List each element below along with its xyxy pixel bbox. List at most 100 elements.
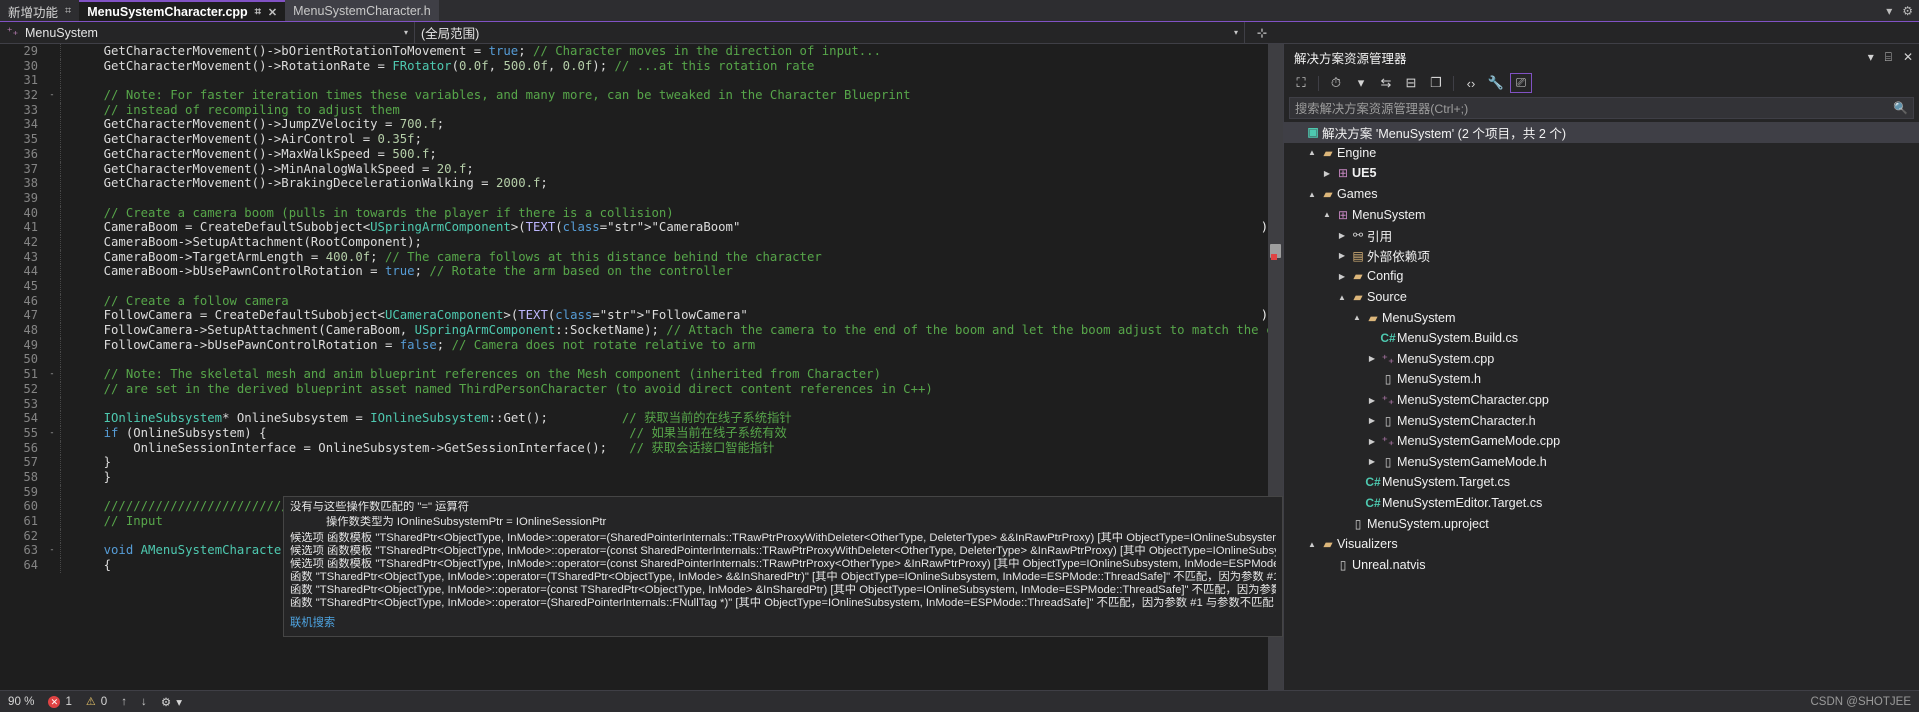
close-icon[interactable]: ✕	[1903, 50, 1913, 64]
code-line[interactable]: 49 FollowCamera->bUsePawnControlRotation…	[0, 337, 1283, 353]
tree-node[interactable]: ▲ ▰ Visualizers	[1284, 534, 1919, 555]
fold-toggle-icon[interactable]: -	[44, 88, 60, 103]
tab-menusystemcharacter-cpp[interactable]: MenuSystemCharacter.cpp ⌗ ✕	[79, 0, 286, 22]
tree-node[interactable]: ▲ ▰ Engine	[1284, 143, 1919, 164]
collapse-all-icon[interactable]: ⊟	[1400, 73, 1422, 93]
zoom-level[interactable]: 90 %	[8, 695, 34, 708]
fold-toggle-icon[interactable]: -	[44, 426, 60, 441]
code-line[interactable]: 52 // are set in the derived blueprint a…	[0, 381, 1283, 397]
home-view-icon[interactable]: ⛶	[1290, 73, 1312, 93]
search-icon[interactable]: 🔍	[1893, 101, 1908, 115]
tree-node[interactable]: C# MenuSystem.Target.cs	[1284, 472, 1919, 493]
expander-icon[interactable]: ▶	[1320, 169, 1334, 178]
error-count-group[interactable]: ✕ 1	[48, 695, 72, 708]
warning-count-group[interactable]: ⚠ 0	[86, 695, 107, 708]
expander-icon[interactable]: ▶	[1335, 231, 1349, 240]
code-line[interactable]: 30 GetCharacterMovement()->RotationRate …	[0, 58, 1283, 74]
previous-error-button[interactable]: ↑	[121, 695, 127, 708]
tree-node[interactable]: ▯ Unreal.natvis	[1284, 554, 1919, 575]
gear-icon[interactable]: ⚙	[1902, 4, 1913, 18]
code-line[interactable]: 51- // Note: The skeletal mesh and anim …	[0, 367, 1283, 382]
code-line[interactable]: 44 CameraBoom->bUsePawnControlRotation =…	[0, 264, 1283, 279]
preview-selected-items-icon[interactable]: ⎚	[1510, 73, 1532, 93]
search-online-link[interactable]: 联机搜索	[290, 617, 335, 630]
tree-node[interactable]: ▣ 解决方案 'MenuSystem' (2 个项目，共 2 个)	[1284, 122, 1919, 143]
pin-icon[interactable]: ⌗	[65, 5, 71, 18]
tree-node[interactable]: ▶ ▯ MenuSystemGameMode.h	[1284, 452, 1919, 473]
expander-icon[interactable]: ▲	[1320, 210, 1334, 219]
code-editor[interactable]: 29 GetCharacterMovement()->bOrientRotati…	[0, 44, 1283, 690]
expander-icon[interactable]: ▲	[1305, 540, 1319, 549]
tree-node[interactable]: C# MenuSystemEditor.Target.cs	[1284, 493, 1919, 514]
tab-new-features[interactable]: 新增功能 ⌗	[0, 0, 80, 22]
tree-node[interactable]: ▶ ▰ Config	[1284, 266, 1919, 287]
code-line[interactable]: 43 CameraBoom->TargetArmLength = 400.0f;…	[0, 249, 1283, 265]
pin-icon[interactable]: ⌗	[255, 6, 261, 19]
expander-icon[interactable]: ▶	[1335, 251, 1349, 260]
next-error-button[interactable]: ↓	[141, 695, 147, 708]
code-line[interactable]: 56 OnlineSessionInterface = OnlineSubsys…	[0, 440, 1283, 456]
code-line[interactable]: 55- if (OnlineSubsystem) { // 如果当前在线子系统有…	[0, 425, 1283, 441]
expander-icon[interactable]: ▲	[1350, 313, 1364, 322]
tree-node[interactable]: ▶ ⁺₊ MenuSystem.cpp	[1284, 349, 1919, 370]
solution-search-box[interactable]: 搜索解决方案资源管理器(Ctrl+;) 🔍	[1289, 97, 1914, 119]
error-marker[interactable]	[1271, 254, 1277, 260]
expander-icon[interactable]: ▶	[1365, 437, 1379, 446]
code-line[interactable]: 40 // Create a camera boom (pulls in tow…	[0, 205, 1283, 221]
tree-node[interactable]: ▶ ▤ 外部依赖项	[1284, 246, 1919, 267]
expander-icon[interactable]: ▲	[1305, 190, 1319, 199]
member-dropdown[interactable]: (全局范围) ▾	[415, 22, 1245, 43]
fold-toggle-icon[interactable]: -	[44, 367, 60, 382]
code-line[interactable]: 48 FollowCamera->SetupAttachment(CameraB…	[0, 323, 1283, 338]
expander-icon[interactable]: ▶	[1365, 457, 1379, 466]
tree-node[interactable]: ▶ ▯ MenuSystemCharacter.h	[1284, 410, 1919, 431]
code-line[interactable]: 29 GetCharacterMovement()->bOrientRotati…	[0, 44, 1283, 59]
pending-changes-filter-icon[interactable]: ⏱	[1325, 73, 1347, 93]
code-line[interactable]: 38 GetCharacterMovement()->BrakingDecele…	[0, 176, 1283, 191]
expander-icon[interactable]: ▲	[1335, 293, 1349, 302]
tree-node[interactable]: C# MenuSystem.Build.cs	[1284, 328, 1919, 349]
pin-icon[interactable]: ⌸	[1885, 50, 1892, 65]
code-line[interactable]: 57 }	[0, 455, 1283, 470]
code-line[interactable]: 37 GetCharacterMovement()->MinAnalogWalk…	[0, 161, 1283, 177]
tree-node[interactable]: ▶ ⚯ 引用	[1284, 225, 1919, 246]
code-line[interactable]: 50	[0, 352, 1283, 368]
tree-node[interactable]: ▶ ⊞ UE5	[1284, 163, 1919, 184]
tree-node[interactable]: ▶ ⁺₊ MenuSystemGameMode.cpp	[1284, 431, 1919, 452]
tree-node[interactable]: ▲ ⊞ MenuSystem	[1284, 204, 1919, 225]
code-line[interactable]: 34 GetCharacterMovement()->JumpZVelocity…	[0, 117, 1283, 133]
tree-node[interactable]: ▯ MenuSystem.uproject	[1284, 513, 1919, 534]
code-line[interactable]: 45	[0, 279, 1283, 294]
code-line[interactable]: 42 CameraBoom->SetupAttachment(RootCompo…	[0, 234, 1283, 250]
chevron-down-icon[interactable]: ▾	[1234, 28, 1238, 37]
tree-node[interactable]: ▲ ▰ Games	[1284, 184, 1919, 205]
close-icon[interactable]: ✕	[268, 6, 277, 19]
sync-with-active-document-icon[interactable]: ⇆	[1375, 73, 1397, 93]
scope-dropdown[interactable]: ⁺₊ MenuSystem ▾	[0, 22, 415, 43]
fold-toggle-icon[interactable]: -	[44, 543, 60, 558]
expander-icon[interactable]: ▶	[1365, 396, 1379, 405]
code-line[interactable]: 53	[0, 396, 1283, 412]
code-line[interactable]: 41 CameraBoom = CreateDefaultSubobject<U…	[0, 220, 1283, 235]
code-line[interactable]: 31	[0, 73, 1283, 89]
chevron-down-icon[interactable]: ▾	[1868, 50, 1874, 64]
tree-node[interactable]: ▯ MenuSystem.h	[1284, 369, 1919, 390]
code-line[interactable]: 58 }	[0, 469, 1283, 485]
tree-node[interactable]: ▲ ▰ MenuSystem	[1284, 307, 1919, 328]
properties-icon[interactable]: 🔧	[1485, 73, 1507, 93]
error-filter-button[interactable]: ⚙ ▾	[161, 695, 182, 709]
code-line[interactable]: 54 IOnlineSubsystem* OnlineSubsystem = I…	[0, 411, 1283, 426]
code-line[interactable]: 46 // Create a follow camera	[0, 293, 1283, 309]
code-line[interactable]: 35 GetCharacterMovement()->AirControl = …	[0, 132, 1283, 147]
show-all-files-icon[interactable]: ‹›	[1460, 73, 1482, 93]
expander-icon[interactable]: ▶	[1365, 354, 1379, 363]
code-line[interactable]: 36 GetCharacterMovement()->MaxWalkSpeed …	[0, 146, 1283, 162]
code-line[interactable]: 33 // instead of recompiling to adjust t…	[0, 102, 1283, 118]
chevron-down-icon[interactable]: ▾	[1886, 4, 1892, 18]
expander-icon[interactable]: ▲	[1305, 148, 1319, 157]
chevron-down-icon[interactable]: ▾	[404, 28, 408, 37]
expander-icon[interactable]: ▶	[1335, 272, 1349, 281]
code-line[interactable]: 32- // Note: For faster iteration times …	[0, 88, 1283, 103]
expander-icon[interactable]: ▶	[1365, 416, 1379, 425]
filter-dropdown-icon[interactable]: ▾	[1350, 73, 1372, 93]
